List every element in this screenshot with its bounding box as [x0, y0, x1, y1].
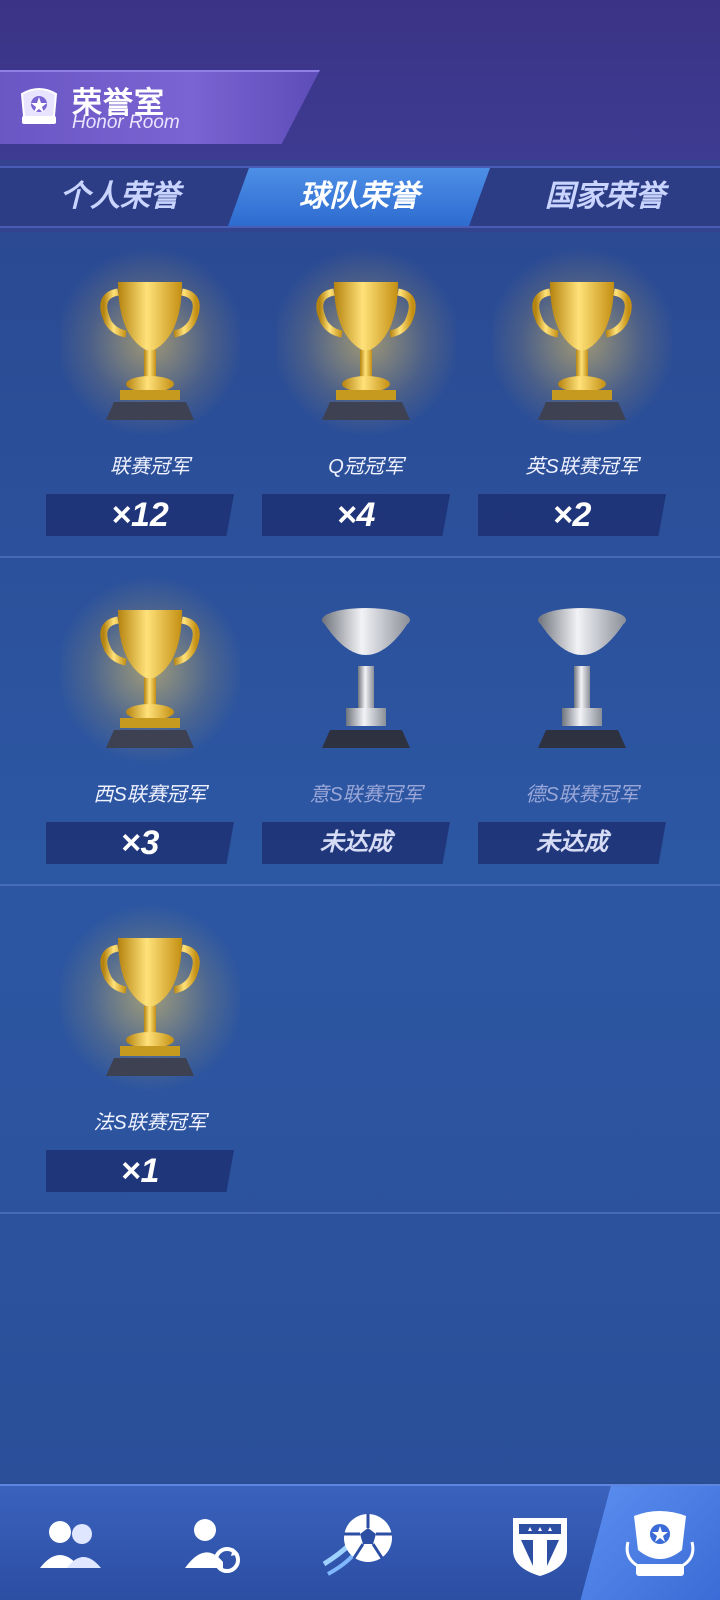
trophy-count: 未达成 [478, 822, 666, 864]
gold-trophy-icon [532, 282, 632, 420]
gold-trophy-icon [316, 282, 416, 420]
honor-tabs: 个人荣誉 球队荣誉 国家荣誉 [0, 166, 720, 228]
nav-player-transfer[interactable] [140, 1486, 280, 1600]
trophy-count: ×12 [46, 494, 234, 536]
trophy-name: 西S联赛冠军 [93, 784, 207, 806]
trophy-cell[interactable]: 英S联赛冠军 ×2 [472, 232, 692, 562]
title-banner: 荣誉室 Honor Room [0, 70, 320, 144]
soccer-ball-icon [322, 1514, 392, 1576]
trophy-count: ×2 [478, 494, 666, 536]
trophy-name: 英S联赛冠军 [525, 456, 639, 478]
gold-trophy-icon [100, 282, 200, 420]
silver-trophy-icon [538, 608, 626, 748]
trophy-cell[interactable]: 法S联赛冠军 ×1 [40, 888, 260, 1218]
gold-trophy-icon [100, 938, 200, 1076]
trophy-name: 联赛冠军 [110, 456, 190, 478]
nav-soccer-ball[interactable] [290, 1486, 430, 1600]
tab-personal-honor[interactable]: 个人荣誉 [20, 168, 220, 226]
trophy-grid: 联赛冠军 ×12 Q冠冠军 ×4 英S联赛冠军 ×2 西S联赛冠军 ×3 意S联… [0, 232, 720, 1482]
trophy-cell[interactable]: 意S联赛冠军未达成 [256, 560, 476, 890]
trophy-cell[interactable]: Q冠冠军 ×4 [256, 232, 476, 562]
trophy-count: ×4 [262, 494, 450, 536]
nav-team-players[interactable] [0, 1486, 140, 1600]
trophy-name: 法S联赛冠军 [93, 1112, 207, 1134]
trophy-badge-icon [625, 1511, 695, 1576]
silver-trophy-icon [322, 608, 410, 748]
bottom-nav [0, 1484, 720, 1600]
trophy-name: 意S联赛冠军 [309, 784, 423, 806]
gold-trophy-icon [100, 610, 200, 748]
club-badge-icon [513, 1518, 567, 1576]
player-transfer-icon [185, 1519, 240, 1573]
trophy-crest-icon [20, 88, 58, 124]
trophy-count: ×3 [46, 822, 234, 864]
trophy-name: 德S联赛冠军 [525, 784, 639, 806]
trophy-name: Q冠冠军 [328, 456, 404, 478]
team-players-icon [40, 1521, 101, 1568]
page-subtitle: Honor Room [72, 112, 180, 133]
trophy-count: 未达成 [262, 822, 450, 864]
trophy-cell[interactable]: 德S联赛冠军未达成 [472, 560, 692, 890]
trophy-cell[interactable]: 西S联赛冠军 ×3 [40, 560, 260, 890]
trophy-count: ×1 [46, 1150, 234, 1192]
header: 荣誉室 Honor Room [0, 0, 720, 160]
tab-team-honor[interactable]: 球队荣誉 [228, 168, 490, 226]
trophy-cell[interactable]: 联赛冠军 ×12 [40, 232, 260, 562]
tab-national-honor[interactable]: 国家荣誉 [500, 168, 710, 226]
